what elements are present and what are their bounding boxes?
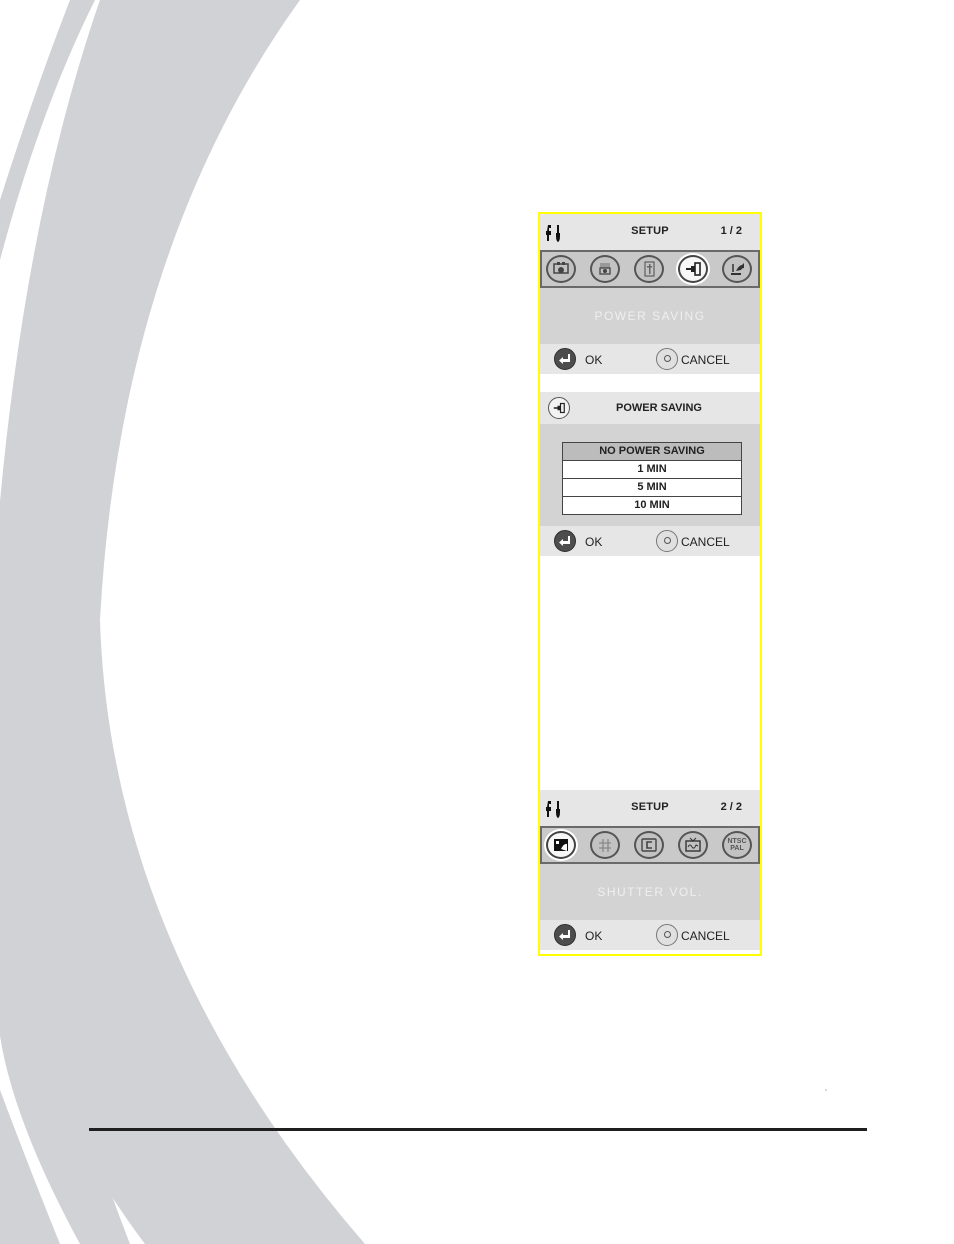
option-1-min[interactable]: 1 MIN [563,461,741,479]
cancel-label: CANCEL [681,929,730,943]
ok-button[interactable] [554,924,576,946]
icon-bar-2: NTSC PAL [540,826,760,864]
icon-bar-1 [540,250,760,288]
ok-label: OK [585,353,603,367]
setup-header-2: SETUP 2 / 2 [540,790,760,826]
description-area-1: POWER SAVING [540,288,760,344]
shutter-volume-icon[interactable] [546,831,576,859]
ok-button[interactable] [554,348,576,370]
cancel-label: CANCEL [681,353,730,367]
button-bar-1: OK CANCEL [540,344,760,374]
menu-cancel-button[interactable] [656,348,678,370]
enter-icon [559,930,570,940]
button-bar-2: OK CANCEL [540,526,760,556]
footer-rule [89,1128,867,1131]
sound-icon[interactable] [722,255,752,283]
tv-out-icon[interactable] [678,831,708,859]
setup-header-1: SETUP 1 / 2 [540,214,760,250]
page-indicator: 1 / 2 [720,225,742,237]
ntsc-pal-icon[interactable]: NTSC PAL [722,831,752,859]
description-text: POWER SAVING [594,309,706,323]
power-saving-title: POWER SAVING [616,402,702,414]
description-text: SHUTTER VOL. [597,885,703,899]
movie-mode-icon[interactable] [546,255,576,283]
button-bar-3: OK CANCEL [540,920,760,950]
language-icon[interactable] [590,831,620,859]
ok-button[interactable] [554,530,576,552]
menu-cancel-button[interactable] [656,530,678,552]
page-indicator: 2 / 2 [720,801,742,813]
power-saving-header: POWER SAVING [540,392,760,424]
enter-icon [559,536,570,546]
photo-mode-icon[interactable] [590,255,620,283]
options-area: NO POWER SAVING 1 MIN 5 MIN 10 MIN [540,424,760,526]
cancel-label: CANCEL [681,535,730,549]
setup-screens-panel: SETUP 1 / 2 POWER SAVING OK CANCEL POWER… [538,212,762,956]
option-5-min[interactable]: 5 MIN [563,479,741,497]
option-no-power-saving[interactable]: NO POWER SAVING [563,443,741,461]
power-saving-options: NO POWER SAVING 1 MIN 5 MIN 10 MIN [562,442,742,515]
scan-speck [825,1089,827,1091]
menu-cancel-button[interactable] [656,924,678,946]
background-arcs [0,0,365,1244]
ok-label: OK [585,929,603,943]
power-saving-icon[interactable] [678,255,708,283]
ok-label: OK [585,535,603,549]
enter-icon [559,354,570,364]
format-icon[interactable] [634,831,664,859]
option-10-min[interactable]: 10 MIN [563,497,741,514]
description-area-2: SHUTTER VOL. [540,864,760,920]
memory-card-icon[interactable] [634,255,664,283]
